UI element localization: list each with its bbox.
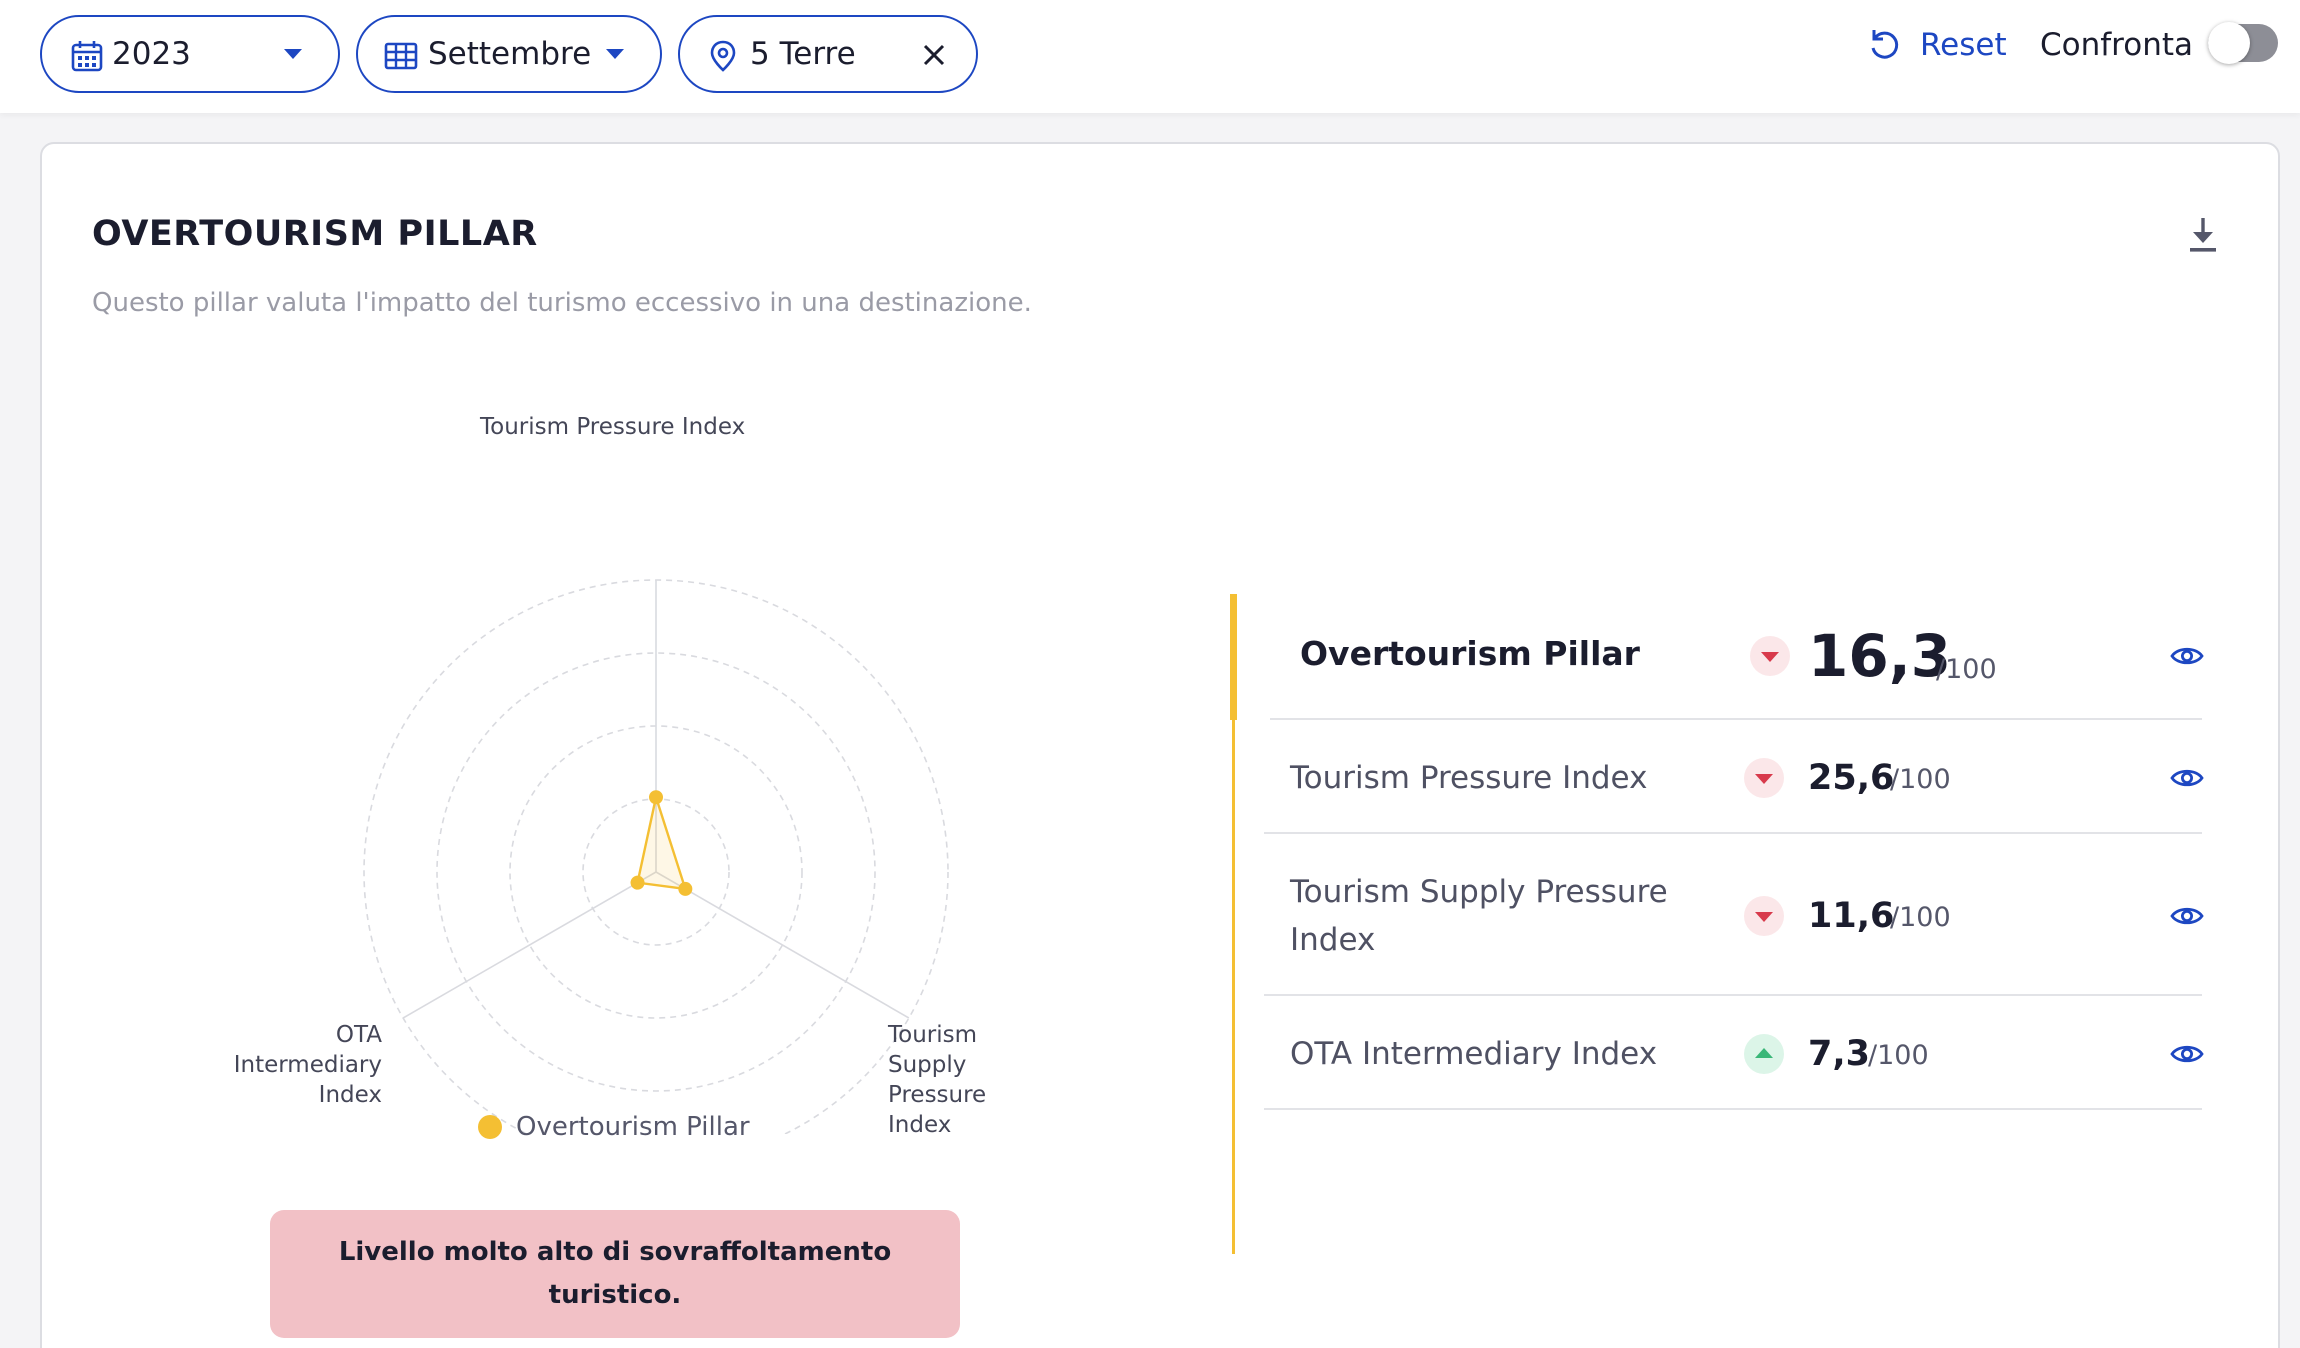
eye-icon[interactable] bbox=[2170, 644, 2204, 668]
score-row-ota-intermediary: OTA Intermediary Index 7,3 /100 bbox=[1264, 996, 2204, 1110]
radar-spoke bbox=[655, 871, 910, 1019]
score-name: Tourism Pressure Index bbox=[1290, 760, 1648, 796]
trend-down-icon bbox=[1750, 636, 1790, 676]
radar-point bbox=[630, 875, 645, 890]
radar-series-area bbox=[636, 792, 688, 891]
chevron-down-icon bbox=[284, 49, 302, 59]
compare-toggle[interactable] bbox=[2208, 22, 2278, 64]
axis-label-top: Tourism Pressure Index bbox=[480, 414, 746, 440]
axis-label-right: Tourism Supply Pressure Index bbox=[888, 1022, 987, 1138]
compare-label: Confronta bbox=[2040, 27, 2194, 63]
score-row-pillar: Overtourism Pillar 16,3 /100 bbox=[1270, 594, 2204, 720]
chevron-down-icon bbox=[606, 49, 624, 59]
subindex-accent-line bbox=[1232, 720, 1235, 1254]
pillar-accent-bar bbox=[1230, 594, 1237, 720]
radar-spoke bbox=[402, 871, 657, 1019]
trend-down-icon bbox=[1744, 896, 1784, 936]
score-value: 25,6 bbox=[1808, 758, 1895, 798]
card-subtitle: Questo pillar valuta l'impatto del turis… bbox=[92, 288, 1032, 318]
radar-chart: Tourism Pressure Index Tourism Supply Pr… bbox=[162, 374, 1022, 1165]
download-icon[interactable] bbox=[2186, 214, 2220, 254]
score-value: 11,6 bbox=[1808, 896, 1895, 936]
score-unit: /100 bbox=[1936, 654, 1997, 685]
score-unit: /100 bbox=[1890, 764, 1951, 795]
reset-label: Reset bbox=[1920, 27, 2007, 63]
calendar-icon bbox=[71, 41, 103, 72]
level-alert: Livello molto alto di sovraffoltamento tu… bbox=[270, 1210, 960, 1338]
trend-down-icon bbox=[1744, 758, 1784, 798]
eye-icon[interactable] bbox=[2170, 904, 2204, 928]
axis-label-left: OTA Intermediary Index bbox=[233, 1022, 382, 1108]
eye-icon[interactable] bbox=[2170, 1042, 2204, 1066]
legend-marker bbox=[478, 1115, 502, 1139]
chart-legend[interactable]: Overtourism Pillar bbox=[478, 1112, 750, 1142]
month-value: Settembre bbox=[428, 36, 592, 72]
score-name: Overtourism Pillar bbox=[1300, 634, 1640, 673]
score-unit: /100 bbox=[1890, 902, 1951, 933]
location-pin-icon bbox=[710, 40, 736, 72]
score-unit: /100 bbox=[1868, 1040, 1929, 1071]
year-value: 2023 bbox=[112, 36, 191, 72]
card-title: OVERTOURISM PILLAR bbox=[92, 214, 538, 254]
toggle-knob bbox=[2208, 22, 2250, 64]
alert-line-2: turistico. bbox=[548, 1280, 682, 1310]
filter-bar: 2023 Settembre 5 Terre Reset Confronta bbox=[0, 0, 2300, 113]
radar-point bbox=[649, 790, 663, 805]
legend-label: Overtourism Pillar bbox=[516, 1112, 750, 1142]
score-name: OTA Intermediary Index bbox=[1290, 1036, 1658, 1072]
location-value: 5 Terre bbox=[750, 36, 856, 72]
score-value: 16,3 bbox=[1808, 622, 1952, 690]
trend-up-icon bbox=[1744, 1034, 1784, 1074]
eye-icon[interactable] bbox=[2170, 766, 2204, 790]
reset-button[interactable]: Reset bbox=[1866, 22, 2007, 68]
score-row-supply-pressure: Tourism Supply Pressure Index 11,6 /100 bbox=[1264, 834, 2204, 996]
pillar-card: OVERTOURISM PILLAR Questo pillar valuta … bbox=[40, 142, 2280, 1348]
grid-icon bbox=[384, 42, 418, 70]
score-value: 7,3 bbox=[1808, 1034, 1871, 1074]
score-name: Tourism Supply Pressure Index bbox=[1290, 874, 1668, 958]
month-select[interactable]: Settembre bbox=[356, 15, 662, 93]
reset-icon bbox=[1871, 30, 1899, 59]
radar-point bbox=[678, 881, 693, 896]
score-row-tourism-pressure: Tourism Pressure Index 25,6 /100 bbox=[1264, 720, 2204, 834]
alert-line-1: Livello molto alto di sovraffoltamento bbox=[338, 1237, 892, 1267]
year-select[interactable]: 2023 bbox=[40, 15, 340, 93]
close-icon[interactable] bbox=[918, 39, 950, 71]
location-select[interactable]: 5 Terre bbox=[678, 15, 978, 93]
